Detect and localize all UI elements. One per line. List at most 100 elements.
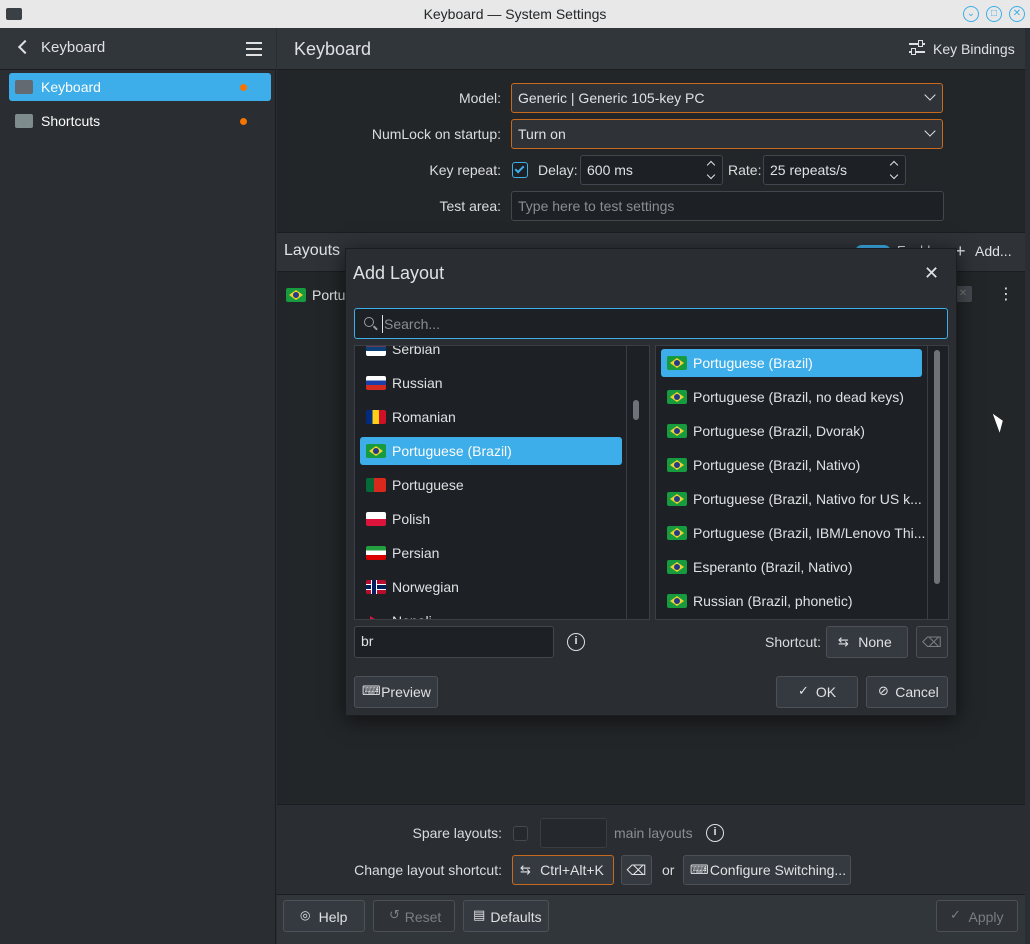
key-bindings-button[interactable]: Key Bindings — [933, 41, 1015, 57]
language-item[interactable]: Portuguese (Brazil) — [360, 437, 622, 465]
hamburger-menu-icon[interactable] — [246, 42, 262, 56]
brazil-flag-icon — [667, 560, 687, 574]
ok-check-icon: ✓ — [798, 683, 809, 698]
layout-row[interactable]: Portu — [280, 281, 350, 309]
test-area-label: Test area: — [439, 198, 501, 214]
language-label: Norwegian — [392, 579, 459, 595]
spin-down-icon[interactable] — [889, 170, 899, 180]
search-placeholder: Search... — [384, 316, 441, 332]
variant-label: Portuguese (Brazil, Dvorak) — [693, 423, 865, 439]
layout-label-input[interactable]: br — [354, 626, 554, 658]
brazil-flag-icon — [667, 594, 687, 608]
cancel-label: Cancel — [895, 684, 939, 700]
modified-indicator — [240, 84, 247, 91]
language-label: Serbian — [392, 345, 441, 357]
variant-item[interactable]: Russian (Brazil, phonetic) — [661, 587, 922, 615]
sidebar-item-keyboard[interactable]: Keyboard — [9, 73, 271, 101]
brazil-flag-icon — [667, 458, 687, 472]
layouts-title: Layouts — [284, 242, 341, 259]
language-item[interactable]: Persian — [360, 539, 622, 567]
language-label: Romanian — [392, 409, 456, 425]
language-list[interactable]: Serbian Russian Romanian Portuguese (Brazil… — [354, 345, 650, 620]
add-layout-button[interactable]: Add... — [975, 243, 1012, 259]
numlock-combobox[interactable]: Turn on — [511, 119, 943, 149]
language-item[interactable]: Romanian — [360, 403, 622, 431]
language-item[interactable]: Russian — [360, 369, 622, 397]
minimize-icon[interactable]: ⌄ — [963, 6, 979, 22]
close-window-icon[interactable]: ✕ — [1009, 6, 1025, 22]
variant-list[interactable]: Portuguese (Brazil) Portuguese (Brazil, n… — [655, 345, 949, 620]
variant-label: Portuguese (Brazil) — [693, 355, 813, 371]
language-item[interactable]: Polish — [360, 505, 622, 533]
sidebar-item-shortcuts[interactable]: Shortcuts — [9, 107, 271, 135]
clear-layout-shortcut-button[interactable]: ⌫ — [621, 855, 652, 885]
apply-button[interactable]: Apply — [936, 900, 1018, 932]
chevron-down-icon — [924, 89, 936, 101]
variant-item[interactable]: Portuguese (Brazil, Dvorak) — [661, 417, 922, 445]
sidebar-title: Keyboard — [41, 39, 106, 56]
language-item[interactable]: Nepali — [360, 607, 622, 619]
back-icon[interactable] — [17, 39, 33, 55]
variant-item[interactable]: Portuguese (Brazil, Nativo) — [661, 451, 922, 479]
rate-value: 25 repeats/s — [770, 162, 848, 178]
language-item[interactable]: Norwegian — [360, 573, 622, 601]
key-repeat-checkbox[interactable] — [512, 162, 528, 178]
variant-item[interactable]: Esperanto (Brazil, Nativo) — [661, 553, 922, 581]
apply-check-icon: ✓ — [950, 907, 961, 922]
shortcut-label: Shortcut: — [765, 634, 822, 650]
flag-icon — [366, 376, 386, 390]
help-button[interactable]: Help — [283, 900, 365, 932]
sidebar-header: Keyboard — [0, 28, 276, 70]
scrollbar-divider — [927, 346, 928, 619]
language-scrollbar[interactable] — [633, 400, 639, 420]
variant-item[interactable]: Portuguese (Brazil, no dead keys) — [661, 383, 922, 411]
rate-label: Rate: — [728, 162, 762, 178]
model-combobox[interactable]: Generic | Generic 105-key PC — [511, 83, 943, 113]
language-label: Russian — [392, 375, 443, 391]
clear-shortcut-button[interactable]: ⌫ — [916, 626, 948, 658]
flag-icon — [366, 478, 386, 492]
spare-layouts-spinbox[interactable] — [540, 818, 607, 848]
or-label: or — [662, 862, 675, 878]
cancel-icon: ⊘ — [878, 683, 889, 698]
info-icon[interactable]: i — [706, 824, 724, 842]
more-options-icon[interactable]: ⋮ — [998, 284, 1014, 304]
variant-label: Esperanto (Brazil, Nativo) — [693, 559, 853, 575]
variant-item[interactable]: Portuguese (Brazil) — [661, 349, 922, 377]
defaults-label: Defaults — [490, 909, 542, 925]
flag-icon — [366, 546, 386, 560]
language-item[interactable]: Serbian — [360, 345, 622, 363]
brazil-flag-icon — [667, 390, 687, 404]
variant-scrollbar[interactable] — [934, 350, 940, 584]
ok-label: OK — [815, 684, 837, 700]
brazil-flag-icon — [667, 492, 687, 506]
shortcut-settings-icon: ⇆ — [838, 634, 849, 649]
variant-label: Portuguese (Brazil, Nativo) — [693, 457, 861, 473]
language-label: Portuguese — [392, 477, 464, 493]
variant-item[interactable]: Portuguese (Brazil, Nativo for US k... — [661, 485, 922, 513]
variant-item[interactable]: Portuguese (Brazil, IBM/Lenovo Thi... — [661, 519, 925, 547]
apply-label: Apply — [968, 909, 1004, 925]
model-label: Model: — [458, 90, 501, 106]
shortcut-settings-icon: ⇆ — [520, 862, 531, 877]
spare-layouts-checkbox[interactable] — [513, 826, 528, 841]
spin-down-icon[interactable] — [706, 170, 716, 180]
checkmark-icon — [514, 163, 525, 174]
variant-label: Portuguese (Brazil, Nativo for US k... — [693, 491, 922, 507]
spin-up-icon[interactable] — [706, 160, 716, 170]
info-icon[interactable]: i — [567, 633, 585, 651]
spin-up-icon[interactable] — [889, 160, 899, 170]
ok-button[interactable]: OK — [776, 676, 858, 708]
chevron-down-icon — [924, 125, 936, 137]
language-item[interactable]: Portuguese — [360, 471, 622, 499]
sidebar — [0, 28, 276, 944]
maximize-icon[interactable]: □ — [986, 6, 1002, 22]
test-area-input[interactable]: Type here to test settings — [511, 191, 944, 221]
configure-switching-label: Configure Switching... — [709, 862, 847, 878]
search-input[interactable]: Search... — [354, 308, 948, 339]
rate-spinbox[interactable]: 25 repeats/s — [763, 155, 906, 185]
reset-label: Reset — [404, 909, 442, 925]
delay-spinbox[interactable]: 600 ms — [580, 155, 723, 185]
reset-button[interactable]: Reset — [373, 900, 455, 932]
close-icon[interactable]: ✕ — [924, 263, 939, 284]
